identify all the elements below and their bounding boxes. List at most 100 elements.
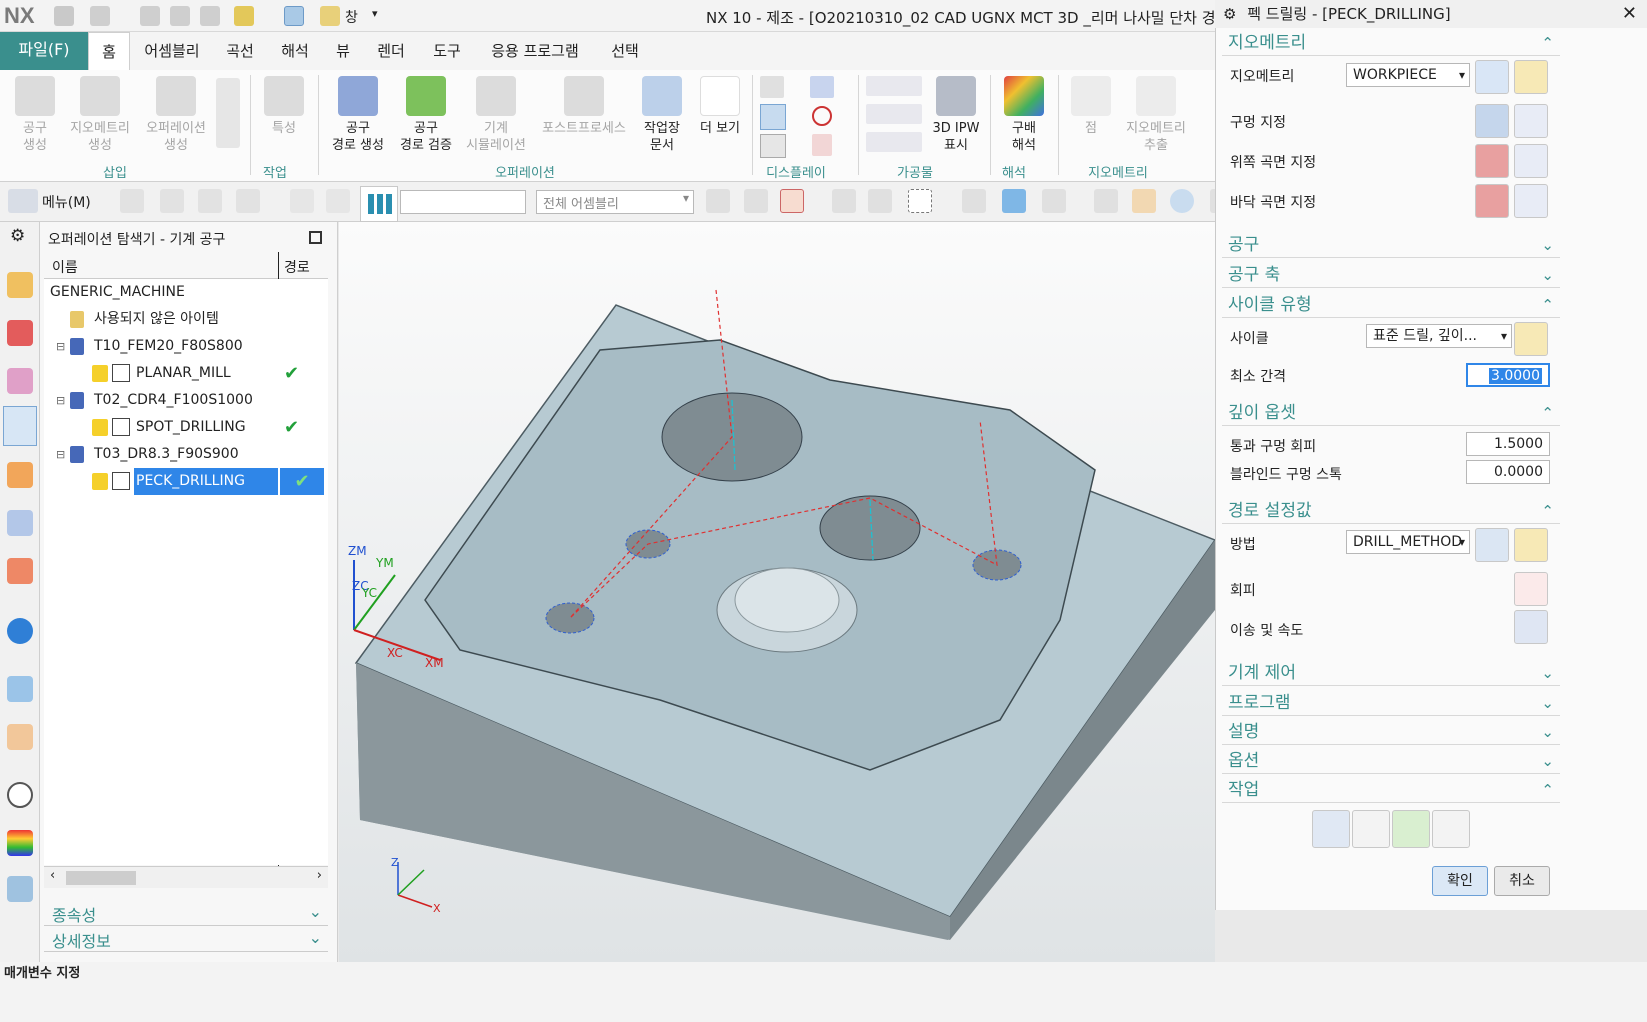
bottom-surface-icon[interactable] [1475, 184, 1509, 218]
paste-icon[interactable] [200, 6, 220, 26]
library-icon[interactable] [7, 558, 33, 584]
extract-geometry-button[interactable]: 지오메트리 추출 [1118, 76, 1194, 154]
machine-control-section[interactable]: 기계 제어 ⌄ [1222, 660, 1560, 686]
flashlight-icon[interactable] [1514, 144, 1548, 178]
point-icon[interactable] [812, 106, 832, 126]
path-display-icon[interactable] [760, 104, 786, 130]
part-navigator-icon[interactable] [7, 462, 33, 488]
cycle-type-section[interactable]: 사이클 유형 ⌃ [1222, 292, 1560, 318]
ok-button[interactable]: 확인 [1432, 866, 1488, 896]
touch-mode-icon[interactable] [284, 6, 304, 26]
tree-row[interactable]: ⊟ T02_CDR4_F100S1000 [44, 387, 328, 414]
depth-offset-section[interactable]: 깊이 옵셋 ⌃ [1222, 400, 1560, 426]
undo-icon[interactable] [90, 6, 110, 26]
window-icon[interactable] [320, 6, 340, 26]
cut-icon[interactable] [140, 6, 160, 26]
menu-icon[interactable] [8, 189, 38, 213]
tab-curve[interactable]: 곡선 [220, 32, 260, 70]
constraint-icon[interactable] [198, 189, 222, 213]
dependencies-section[interactable]: 종속성 ⌄ [44, 902, 328, 926]
component-icon[interactable] [160, 189, 184, 213]
cycle-select[interactable]: 표준 드릴, 깊이... [1366, 324, 1512, 348]
show-3d-ipw-button[interactable]: 3D IPW 표시 [926, 76, 986, 154]
curve-icon[interactable] [812, 134, 832, 156]
program-nav-icon[interactable] [7, 368, 33, 394]
blind-hole-input[interactable]: 0.0000 [1466, 460, 1550, 484]
assembly-filter-combo[interactable]: 전체 어셈블리 [536, 190, 694, 214]
properties-button[interactable]: 특성 [258, 76, 310, 137]
options-section[interactable]: 옵션 ⌄ [1222, 748, 1560, 774]
menu-button[interactable]: 메뉴(M) [42, 192, 91, 212]
assembly-nav-icon[interactable] [120, 189, 144, 213]
path-icon[interactable] [760, 134, 786, 158]
machine-tool-nav-icon[interactable] [7, 272, 33, 298]
save-icon[interactable] [54, 6, 74, 26]
verify-toolpath-button[interactable]: 공구 경로 검증 [394, 76, 458, 154]
draft-analysis-button[interactable]: 구배 해석 [996, 76, 1052, 154]
workpiece-small-tools[interactable] [866, 76, 926, 160]
gear-icon[interactable]: ⚙ [10, 226, 25, 246]
wrench-icon[interactable] [1514, 60, 1548, 94]
replay-icon[interactable] [1352, 810, 1390, 848]
filter-icon-1[interactable] [290, 189, 314, 213]
ipw-icon-row3[interactable] [866, 132, 922, 152]
method-select[interactable]: DRILL_METHOD [1346, 530, 1470, 554]
tab-analysis[interactable]: 해석 [274, 32, 316, 70]
info-icon[interactable] [7, 618, 33, 644]
graphics-viewport[interactable] [339, 222, 1217, 962]
new-method-icon[interactable] [1475, 528, 1509, 562]
path-settings-section[interactable]: 경로 설정값 ⌃ [1222, 498, 1560, 524]
copy-icon[interactable] [170, 6, 190, 26]
column-name-header[interactable]: 이름 [52, 257, 78, 277]
select-icon[interactable] [744, 189, 768, 213]
feeds-speeds-icon[interactable] [1514, 610, 1548, 644]
tree-row[interactable]: GENERIC_MACHINE [44, 279, 328, 306]
roles-icon[interactable] [7, 876, 33, 902]
funnel-icon[interactable] [780, 189, 804, 213]
rotate-icon[interactable] [1170, 189, 1194, 213]
geometry-section[interactable]: 지오메트리 ⌃ [1222, 30, 1560, 56]
program-section[interactable]: 프로그램 ⌄ [1222, 690, 1560, 716]
tree-row[interactable]: PLANAR_MILL ✔ [44, 360, 328, 387]
shaded-icon[interactable] [962, 189, 986, 213]
target-icon[interactable] [832, 189, 856, 213]
scroll-thumb[interactable] [66, 871, 136, 885]
type-filter-combo[interactable] [400, 190, 526, 214]
pan-icon[interactable] [1132, 189, 1156, 213]
tab-assembly[interactable]: 어셈블리 [136, 32, 208, 70]
create-tool-button[interactable]: 공구 생성 [10, 76, 60, 154]
vertex-icon[interactable] [868, 189, 892, 213]
collapse-icon[interactable]: ⊟ [56, 441, 65, 468]
snap-icon[interactable] [706, 189, 730, 213]
tool-axis-section[interactable]: 공구 축 ⌄ [1222, 262, 1560, 288]
ipw-icon-row2[interactable] [866, 104, 922, 124]
machine-simulation-button[interactable]: 기계 시뮬레이션 [460, 76, 532, 154]
min-clearance-input[interactable]: 3.0000 [1466, 363, 1550, 387]
through-hole-input[interactable]: 1.5000 [1466, 432, 1550, 456]
tab-tools[interactable]: 도구 [426, 32, 468, 70]
close-icon[interactable]: ✕ [1622, 0, 1637, 28]
collapse-icon[interactable]: ⊟ [56, 387, 65, 414]
column-path-header[interactable]: 경로 [284, 257, 310, 277]
generate-toolpath-button[interactable]: 공구 경로 생성 [326, 76, 390, 154]
list-icon[interactable] [1432, 810, 1470, 848]
details-section[interactable]: 상세정보 ⌄ [44, 928, 328, 952]
new-geometry-icon[interactable] [1475, 60, 1509, 94]
tab-render[interactable]: 렌더 [370, 32, 412, 70]
cube-view-icon[interactable] [1002, 189, 1026, 213]
display-edit-icon[interactable] [760, 76, 784, 98]
hand-icon[interactable] [7, 724, 33, 750]
reuse-library-icon[interactable] [7, 510, 33, 536]
window-menu[interactable]: 창 [345, 7, 358, 27]
description-section[interactable]: 설명 ⌄ [1222, 719, 1560, 745]
tab-view[interactable]: 뷰 [330, 32, 356, 70]
grid-menu-icon[interactable] [360, 186, 398, 222]
chevron-down-icon[interactable]: ▾ [372, 7, 378, 20]
tree-row[interactable]: 사용되지 않은 아이템 [44, 306, 328, 333]
wrench-icon[interactable] [1514, 528, 1548, 562]
top-surface-icon[interactable] [1475, 144, 1509, 178]
web-icon[interactable] [7, 676, 33, 702]
holes-icon[interactable] [1475, 104, 1509, 138]
command-finder-icon[interactable] [234, 6, 254, 26]
generate-icon[interactable] [1312, 810, 1350, 848]
